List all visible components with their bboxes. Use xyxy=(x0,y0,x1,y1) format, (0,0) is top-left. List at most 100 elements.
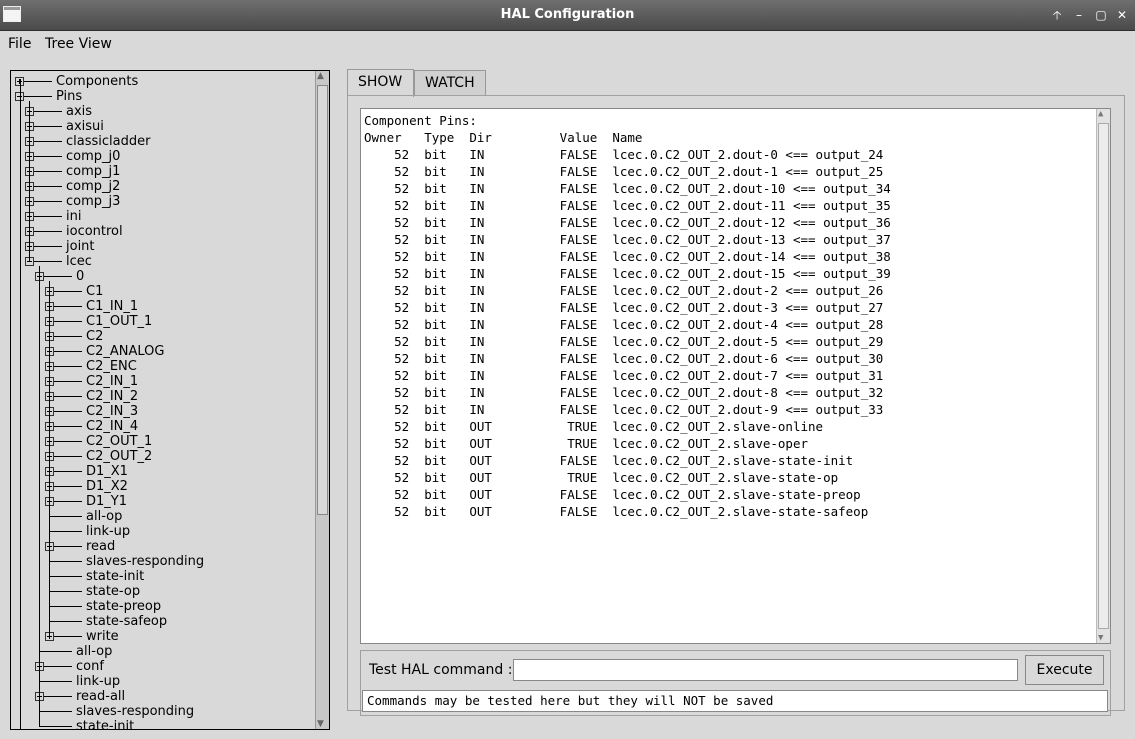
tree-item[interactable]: C2_IN_3 xyxy=(11,404,311,419)
output-line: 52 bit IN FALSE lcec.0.C2_OUT_2.dout-8 <… xyxy=(364,385,884,400)
tree-item-label: slaves-responding xyxy=(86,554,205,569)
tree-item[interactable]: D1_X2 xyxy=(11,479,311,494)
tree-item[interactable]: C2_IN_2 xyxy=(11,389,311,404)
tree-item[interactable]: C1_IN_1 xyxy=(11,299,311,314)
tree-item[interactable]: read xyxy=(11,539,311,554)
output-scrollbar[interactable]: ▲ ▼ xyxy=(1096,109,1110,643)
tree-item[interactable]: write xyxy=(11,629,311,644)
tree-item-label: 0 xyxy=(76,269,85,284)
tree-item[interactable]: iocontrol xyxy=(11,224,311,239)
tree-item[interactable]: C1 xyxy=(11,284,311,299)
tree-item[interactable]: ini xyxy=(11,209,311,224)
tree-item[interactable]: state-op xyxy=(11,584,311,599)
tree-item[interactable]: all-op xyxy=(11,644,311,659)
tree-scrollbar[interactable]: ▲ ▼ xyxy=(315,71,329,729)
tree-scroll-thumb[interactable] xyxy=(317,85,328,515)
tree-item[interactable]: link-up xyxy=(11,524,311,539)
hal-tree[interactable]: ▲ ▼ Components Pins axis axisui classicladde… xyxy=(10,70,330,730)
tree-item[interactable]: link-up xyxy=(11,674,311,689)
tree-connector xyxy=(54,501,82,502)
tree-item[interactable]: comp_j2 xyxy=(11,179,311,194)
tree-connector xyxy=(39,651,72,652)
tree-connector xyxy=(24,81,52,82)
tree-item-label: read xyxy=(86,539,116,554)
tree-connector xyxy=(54,486,82,487)
tree-item[interactable]: classicladder xyxy=(11,134,311,149)
tree-connector xyxy=(54,456,82,457)
output-line: 52 bit IN FALSE lcec.0.C2_OUT_2.dout-5 <… xyxy=(364,334,884,349)
tree-item[interactable]: axisui xyxy=(11,119,311,134)
tree-connector xyxy=(34,171,62,172)
tree-item-label: Components xyxy=(56,74,139,89)
tree-item[interactable]: 0 xyxy=(11,269,311,284)
tree-connector xyxy=(54,636,82,637)
tree-item-label: C2_OUT_2 xyxy=(86,449,153,464)
close-icon[interactable]: ✕ xyxy=(1113,6,1131,24)
maximize-icon[interactable]: ▢ xyxy=(1092,6,1110,24)
scroll-up-icon[interactable]: ▲ xyxy=(1098,109,1103,119)
tree-item-label: conf xyxy=(76,659,104,674)
tree-item-label: comp_j1 xyxy=(66,164,121,179)
tree-item[interactable]: C2_OUT_2 xyxy=(11,449,311,464)
tree-item[interactable]: state-safeop xyxy=(11,614,311,629)
minimize-icon[interactable]: – xyxy=(1070,6,1088,24)
tree-item[interactable]: C2_IN_4 xyxy=(11,419,311,434)
tree-connector xyxy=(54,321,82,322)
tree-item[interactable]: C2_ANALOG xyxy=(11,344,311,359)
tree-item-label: write xyxy=(86,629,119,644)
tree-item[interactable]: all-op xyxy=(11,509,311,524)
output-line: 52 bit IN FALSE lcec.0.C2_OUT_2.dout-0 <… xyxy=(364,147,884,162)
output-line: 52 bit IN FALSE lcec.0.C2_OUT_2.dout-1 <… xyxy=(364,164,884,179)
tree-item-label: state-init xyxy=(76,719,135,730)
tree-connector xyxy=(34,201,62,202)
pin-output-text[interactable]: ▲ ▼ Component Pins: Owner Type Dir Value … xyxy=(360,108,1111,644)
tree-item[interactable]: slaves-responding xyxy=(11,554,311,569)
output-line: 52 bit IN FALSE lcec.0.C2_OUT_2.dout-3 <… xyxy=(364,300,884,315)
keep-above-icon[interactable]: 🡡 xyxy=(1048,6,1066,24)
tree-connector xyxy=(24,96,52,97)
tree-item[interactable]: joint xyxy=(11,239,311,254)
menu-tree-view[interactable]: Tree View xyxy=(45,36,112,52)
tree-item[interactable]: state-init xyxy=(11,569,311,584)
tree-item[interactable]: D1_Y1 xyxy=(11,494,311,509)
tree-item[interactable]: comp_j1 xyxy=(11,164,311,179)
tree-connector xyxy=(49,531,82,532)
tree-item[interactable]: conf xyxy=(11,659,311,674)
tree-item[interactable]: C2_ENC xyxy=(11,359,311,374)
tree-connector xyxy=(49,576,82,577)
tree-item[interactable]: state-preop xyxy=(11,599,311,614)
menu-file[interactable]: File xyxy=(8,36,31,52)
tree-connector xyxy=(54,291,82,292)
tree-item[interactable]: C2_OUT_1 xyxy=(11,434,311,449)
tree-item[interactable]: read-all xyxy=(11,689,311,704)
tab-show[interactable]: SHOW xyxy=(347,69,414,97)
command-note: Commands may be tested here but they wil… xyxy=(362,690,1108,712)
tree-item[interactable]: C2 xyxy=(11,329,311,344)
tree-connector xyxy=(54,426,82,427)
tree-item[interactable]: Pins xyxy=(11,89,311,104)
tree-connector xyxy=(34,216,62,217)
hal-command-input[interactable] xyxy=(513,659,1018,681)
tree-item-label: comp_j2 xyxy=(66,179,121,194)
execute-button[interactable]: Execute xyxy=(1025,655,1104,685)
tree-item[interactable]: slaves-responding xyxy=(11,704,311,719)
tree-item-label: all-op xyxy=(76,644,113,659)
scroll-down-icon[interactable]: ▼ xyxy=(317,719,324,729)
tree-item-label: C2_IN_4 xyxy=(86,419,139,434)
tree-item[interactable]: state-init xyxy=(11,719,311,730)
scroll-down-icon[interactable]: ▼ xyxy=(1098,633,1103,643)
tree-item[interactable]: D1_X1 xyxy=(11,464,311,479)
tree-item[interactable]: C1_OUT_1 xyxy=(11,314,311,329)
tree-item-label: C2_IN_2 xyxy=(86,389,139,404)
output-scroll-thumb[interactable] xyxy=(1098,123,1109,629)
tree-item[interactable]: comp_j0 xyxy=(11,149,311,164)
tree-connector xyxy=(49,621,82,622)
tree-connector xyxy=(34,261,62,262)
tab-watch[interactable]: WATCH xyxy=(414,70,486,96)
tree-item[interactable]: Components xyxy=(11,74,311,89)
tree-item[interactable]: lcec xyxy=(11,254,311,269)
tree-item[interactable]: C2_IN_1 xyxy=(11,374,311,389)
scroll-up-icon[interactable]: ▲ xyxy=(317,71,324,81)
tree-item[interactable]: axis xyxy=(11,104,311,119)
tree-item[interactable]: comp_j3 xyxy=(11,194,311,209)
